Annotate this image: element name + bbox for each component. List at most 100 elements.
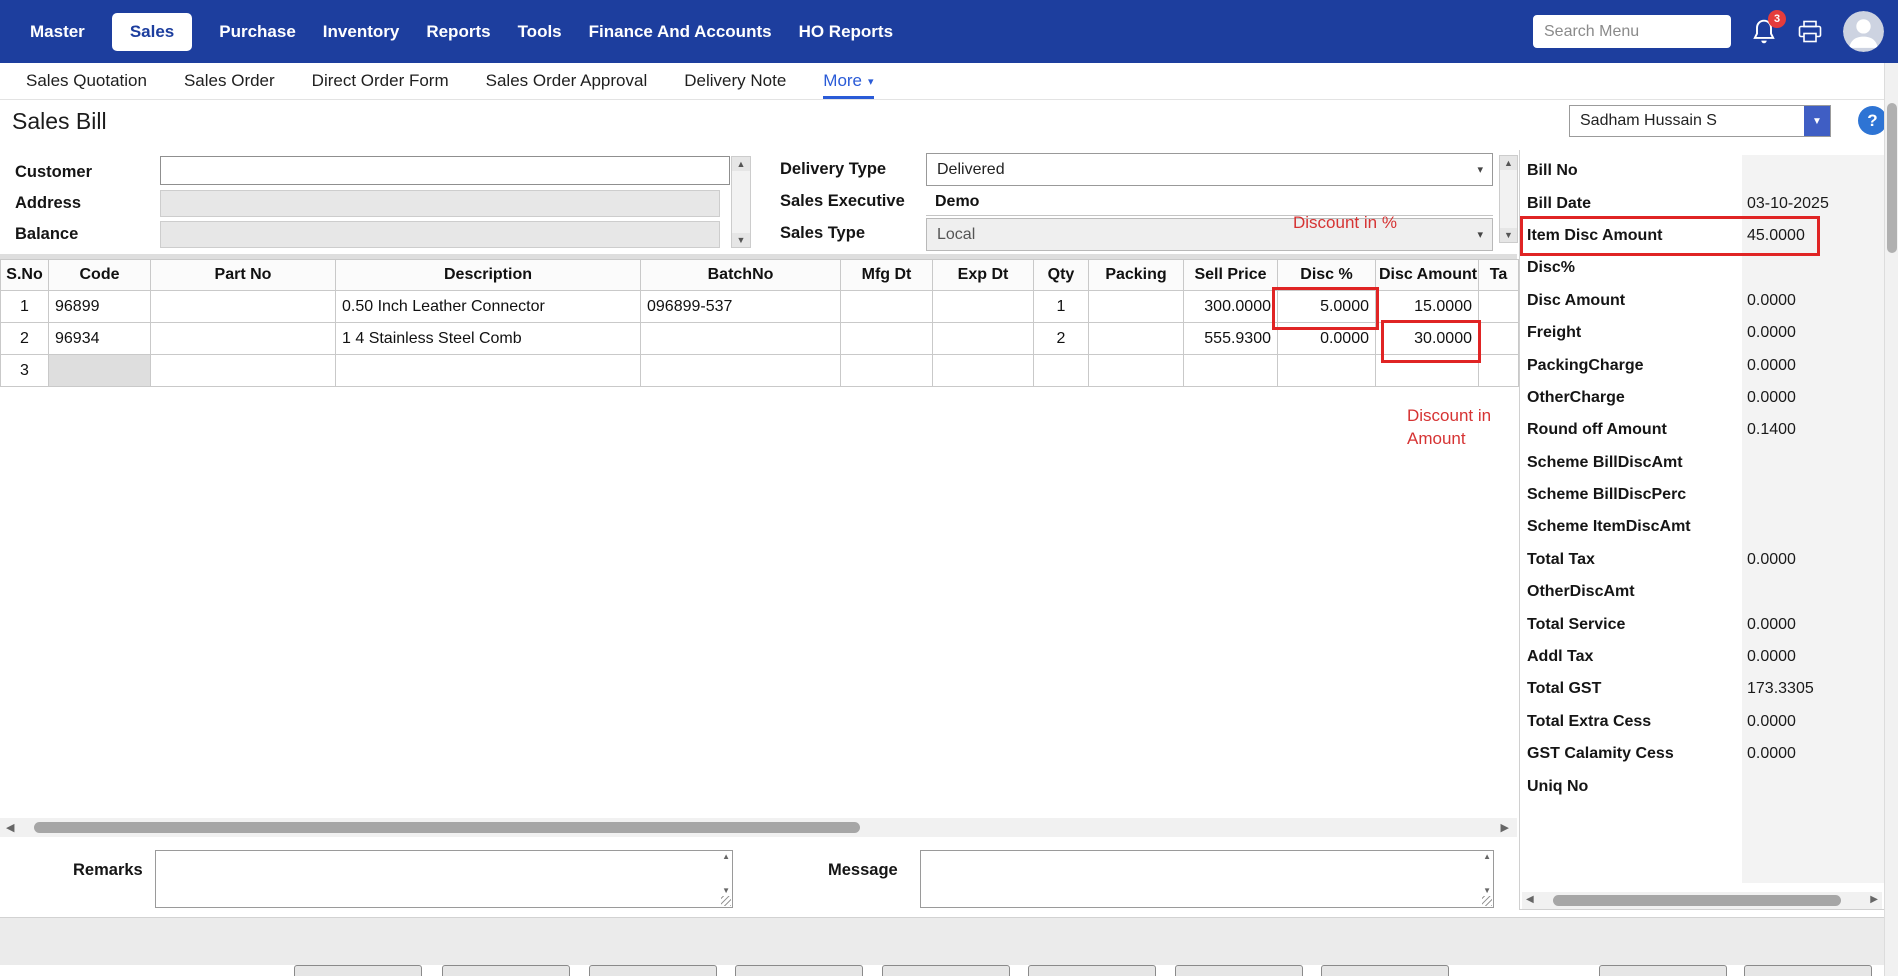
cell-disc-pct[interactable]: 0.0000 <box>1277 322 1376 355</box>
nav-ho-reports[interactable]: HO Reports <box>799 22 893 42</box>
cell-description[interactable]: 1 4 Stainless Steel Comb <box>335 322 641 355</box>
summary-row: OtherCharge 0.0000 <box>1520 382 1885 414</box>
customer-scroll-strip: ▲ ▼ <box>731 156 751 248</box>
cell-sno[interactable]: 1 <box>0 290 49 323</box>
cell-sno[interactable]: 2 <box>0 322 49 355</box>
cell-qty[interactable]: 1 <box>1033 290 1089 323</box>
cell-batch-no[interactable]: 096899-537 <box>640 290 841 323</box>
action-button-1[interactable] <box>294 965 422 976</box>
cell-mfg-dt[interactable] <box>840 290 933 323</box>
cell-packing[interactable] <box>1088 322 1184 355</box>
cell-disc-amount[interactable] <box>1375 354 1479 387</box>
cell-disc-pct[interactable] <box>1277 354 1376 387</box>
notifications-button[interactable]: 3 <box>1751 9 1786 46</box>
sales-type-select[interactable]: Local ▾ <box>926 218 1493 251</box>
table-row: 3 <box>0 354 1519 387</box>
cell-exp-dt[interactable] <box>932 322 1034 355</box>
delivery-type-label: Delivery Type <box>780 160 887 178</box>
nav-tools[interactable]: Tools <box>518 22 562 42</box>
scroll-down-arrow[interactable]: ▼ <box>1500 228 1517 242</box>
scroll-left-arrow[interactable]: ◀ <box>1526 894 1534 905</box>
scroll-right-arrow[interactable]: ▶ <box>1870 894 1878 905</box>
action-button-10[interactable] <box>1744 965 1872 976</box>
cell-disc-amount[interactable]: 30.0000 <box>1375 322 1479 355</box>
remarks-label: Remarks <box>73 861 143 879</box>
cell-qty[interactable]: 2 <box>1033 322 1089 355</box>
tab-sales-order[interactable]: Sales Order <box>184 71 275 91</box>
cell-code[interactable]: 96899 <box>48 290 151 323</box>
cell-exp-dt[interactable] <box>932 290 1034 323</box>
action-button-3[interactable] <box>589 965 717 976</box>
cell-sell-price[interactable] <box>1183 354 1278 387</box>
tab-sales-order-approval[interactable]: Sales Order Approval <box>486 71 648 91</box>
scroll-up-arrow[interactable]: ▲ <box>1500 156 1517 170</box>
bottom-bar <box>0 917 1898 965</box>
action-button-4[interactable] <box>735 965 863 976</box>
customer-input[interactable] <box>160 156 730 185</box>
cell-tax[interactable] <box>1478 322 1519 355</box>
scroll-up-arrow[interactable]: ▲ <box>1483 852 1491 861</box>
scroll-down-arrow[interactable]: ▼ <box>732 233 750 247</box>
cell-mfg-dt[interactable] <box>840 322 933 355</box>
cell-disc-amount[interactable]: 15.0000 <box>1375 290 1479 323</box>
cell-packing[interactable] <box>1088 354 1184 387</box>
sales-type-label: Sales Type <box>780 224 865 242</box>
scroll-down-arrow[interactable]: ▼ <box>1483 886 1491 895</box>
tab-delivery-note[interactable]: Delivery Note <box>684 71 786 91</box>
cell-mfg-dt[interactable] <box>840 354 933 387</box>
cell-sno[interactable]: 3 <box>0 354 49 387</box>
action-button-7[interactable] <box>1175 965 1303 976</box>
action-button-9[interactable] <box>1599 965 1727 976</box>
scroll-up-arrow[interactable]: ▲ <box>732 157 750 171</box>
nav-master[interactable]: Master <box>30 22 85 42</box>
cell-description[interactable] <box>335 354 641 387</box>
help-button[interactable]: ? <box>1858 106 1887 135</box>
cell-batch-no[interactable] <box>640 354 841 387</box>
avatar[interactable] <box>1843 11 1884 52</box>
message-textarea[interactable] <box>921 851 1479 907</box>
cell-packing[interactable] <box>1088 290 1184 323</box>
cell-exp-dt[interactable] <box>932 354 1034 387</box>
print-button[interactable] <box>1797 20 1823 44</box>
scroll-up-arrow[interactable]: ▲ <box>722 852 730 861</box>
sales-executive-field[interactable]: Demo <box>926 188 1493 216</box>
search-input[interactable] <box>1533 15 1731 48</box>
action-button-2[interactable] <box>442 965 570 976</box>
delivery-type-select[interactable]: Delivered ▾ <box>926 153 1493 186</box>
nav-reports[interactable]: Reports <box>426 22 490 42</box>
scroll-down-arrow[interactable]: ▼ <box>722 886 730 895</box>
cell-code[interactable] <box>48 354 151 387</box>
cell-tax[interactable] <box>1478 354 1519 387</box>
action-button-6[interactable] <box>1028 965 1156 976</box>
resize-handle[interactable] <box>721 896 731 906</box>
cell-code[interactable]: 96934 <box>48 322 151 355</box>
cell-sell-price[interactable]: 555.9300 <box>1183 322 1278 355</box>
nav-inventory[interactable]: Inventory <box>323 22 400 42</box>
cell-description[interactable]: 0.50 Inch Leather Connector <box>335 290 641 323</box>
resize-handle[interactable] <box>1482 896 1492 906</box>
user-select[interactable]: Sadham Hussain S ▼ <box>1569 105 1831 137</box>
cell-batch-no[interactable] <box>640 322 841 355</box>
action-button-5[interactable] <box>882 965 1010 976</box>
cell-sell-price[interactable]: 300.0000 <box>1183 290 1278 323</box>
cell-disc-pct[interactable]: 5.0000 <box>1277 290 1376 323</box>
scrollbar-thumb[interactable] <box>1887 103 1897 253</box>
scrollbar-thumb[interactable] <box>34 822 860 833</box>
action-button-8[interactable] <box>1321 965 1449 976</box>
remarks-textarea[interactable] <box>156 851 718 907</box>
grid-body: 1 96899 0.50 Inch Leather Connector 0968… <box>0 290 1519 387</box>
scroll-right-arrow[interactable]: ▶ <box>1501 821 1509 834</box>
scrollbar-thumb[interactable] <box>1553 895 1841 906</box>
nav-sales[interactable]: Sales <box>111 12 193 51</box>
cell-part-no[interactable] <box>150 322 336 355</box>
tab-direct-order-form[interactable]: Direct Order Form <box>312 71 449 91</box>
cell-qty[interactable] <box>1033 354 1089 387</box>
scroll-left-arrow[interactable]: ◀ <box>6 821 14 834</box>
tab-sales-quotation[interactable]: Sales Quotation <box>26 71 147 91</box>
tab-more[interactable]: More ▾ <box>823 63 874 99</box>
nav-purchase[interactable]: Purchase <box>219 22 296 42</box>
nav-finance-and-accounts[interactable]: Finance And Accounts <box>589 22 772 42</box>
cell-part-no[interactable] <box>150 354 336 387</box>
cell-part-no[interactable] <box>150 290 336 323</box>
cell-tax[interactable] <box>1478 290 1519 323</box>
